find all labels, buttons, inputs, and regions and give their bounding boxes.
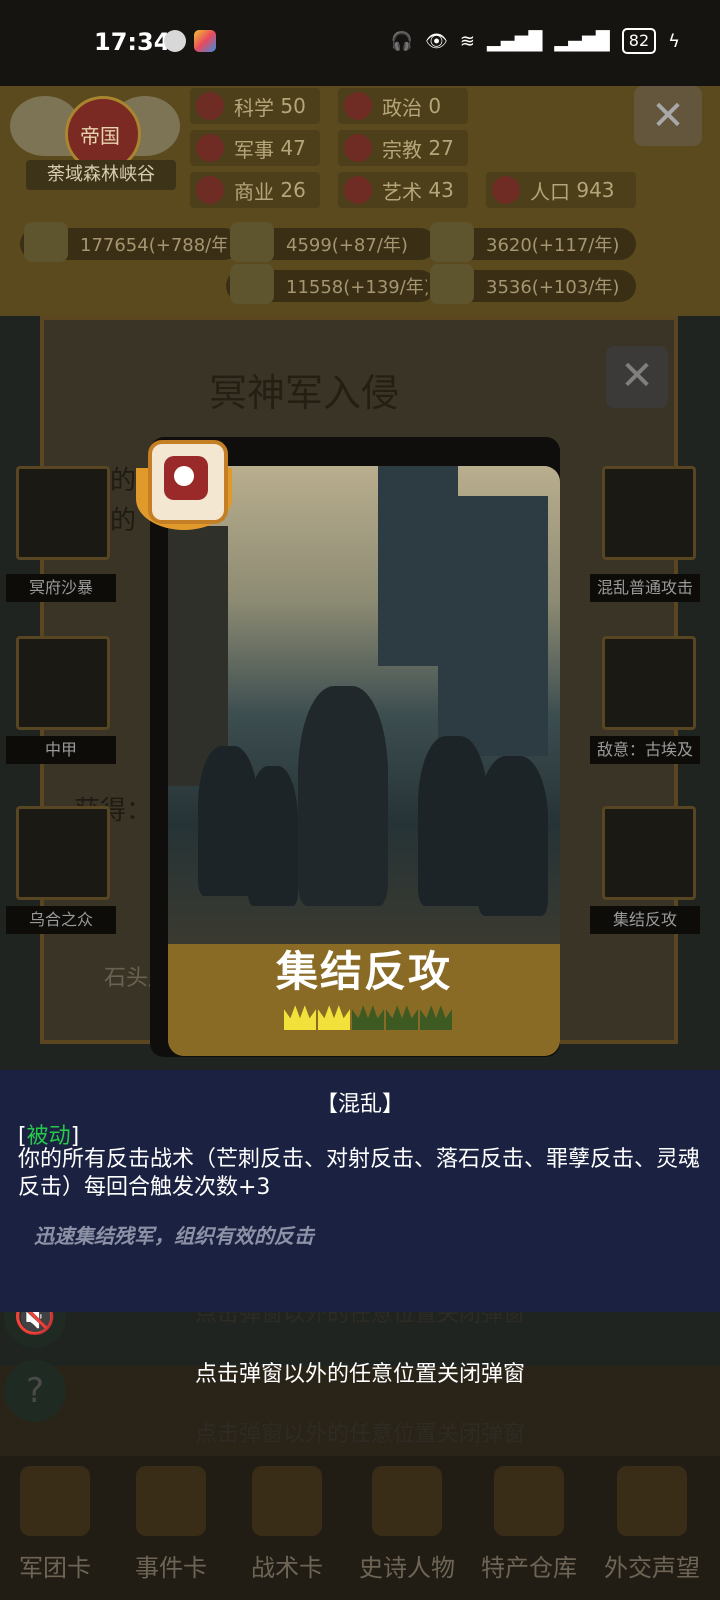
charging-icon: ϟ <box>668 30 680 52</box>
eye-icon: 👁 <box>425 30 448 52</box>
crown-empty-icon <box>420 1005 452 1030</box>
crown-empty-icon <box>352 1005 384 1030</box>
crown-filled-icon <box>318 1005 350 1030</box>
card-effect-text: 你的所有反击战术（芒刺反击、对射反击、落石反击、罪孽反击、灵魂反击）每回合触发次… <box>18 1147 701 1200</box>
card-category-badge <box>136 440 232 532</box>
app-notification-icon <box>194 30 216 52</box>
card-category: 【混乱】 <box>315 1092 404 1117</box>
crown-empty-icon <box>386 1005 418 1030</box>
card-description-panel: 【混乱】 [被动] 你的所有反击战术（芒刺反击、对射反击、落石反击、罪孽反击、灵… <box>0 1070 720 1312</box>
wechat-icon <box>164 30 186 52</box>
signal-icon: ▂▄▆█ <box>487 30 543 52</box>
close-popup-hint: 点击弹窗以外的任意位置关闭弹窗 <box>194 1362 525 1387</box>
chaos-eye-icon <box>174 466 194 486</box>
tactic-card: 集结反攻 <box>168 466 560 1056</box>
crown-filled-icon <box>284 1005 316 1030</box>
battery-indicator: 82 <box>621 28 657 54</box>
card-rating <box>284 1004 452 1030</box>
status-bar: 17:34 🎧 👁 ≋ ▂▄▆█ ▂▄▆█ 82 ϟ <box>0 0 720 86</box>
card-name: 集结反攻 <box>275 947 452 996</box>
card-flavor-text: 迅速集结残军，组织有效的反击 <box>34 1224 314 1248</box>
wifi-icon: ≋ <box>459 30 476 52</box>
status-time: 17:34 <box>94 28 171 56</box>
headphones-icon: 🎧 <box>390 30 414 52</box>
signal-icon-2: ▂▄▆█ <box>554 30 610 52</box>
card-artwork <box>168 466 560 944</box>
